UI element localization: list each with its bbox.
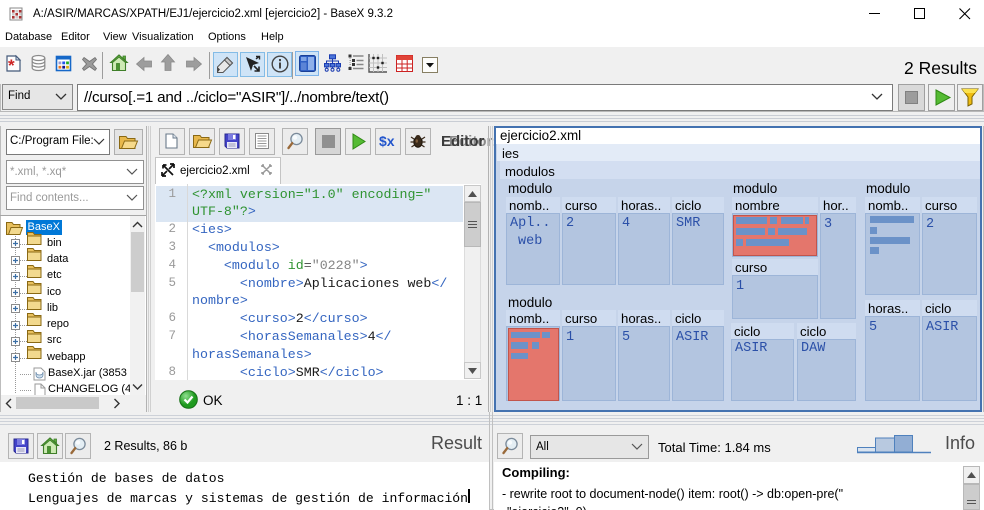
svg-text:*: * xyxy=(8,56,15,75)
